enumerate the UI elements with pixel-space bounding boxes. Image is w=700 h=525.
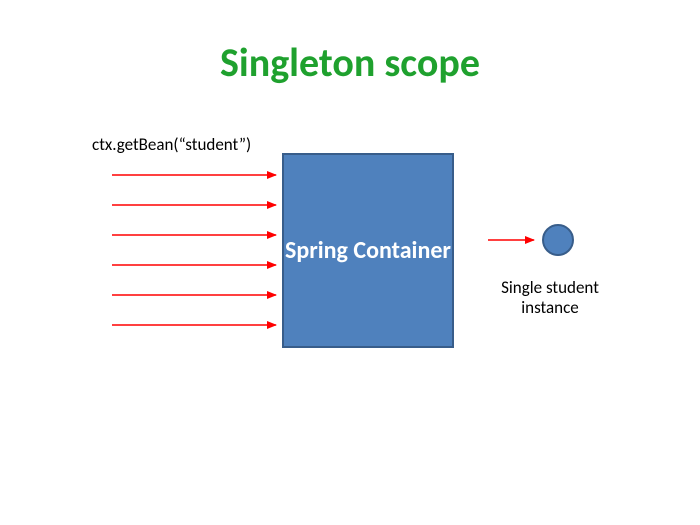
caller-label: ctx.getBean(“student”) [92, 134, 251, 155]
left-arrow-group [112, 175, 276, 325]
instance-circle [543, 225, 573, 255]
spring-container-box: Spring Container [282, 153, 454, 348]
instance-label: Single student instance [485, 278, 615, 319]
spring-container-label: Spring Container [285, 236, 451, 266]
diagram-title: Singleton scope [0, 38, 700, 87]
